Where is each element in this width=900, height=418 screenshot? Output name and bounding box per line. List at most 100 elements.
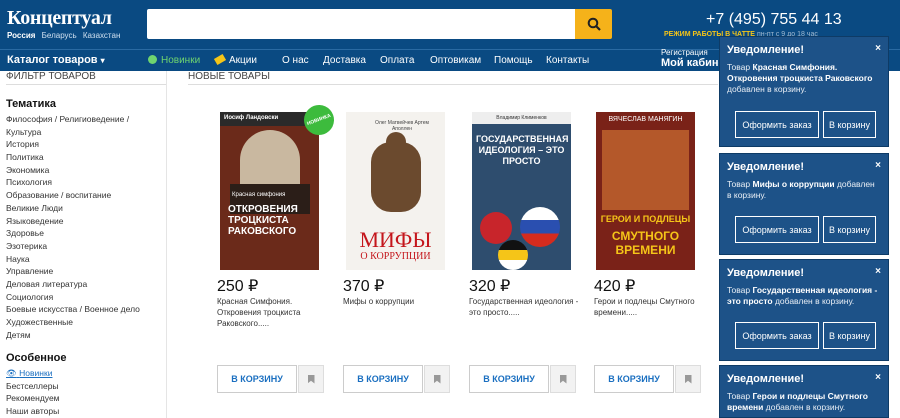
catalog-menu[interactable]: Каталог товаров ▾ xyxy=(7,54,105,66)
close-icon[interactable]: × xyxy=(875,266,881,277)
checkout-button[interactable]: Оформить заказ xyxy=(735,216,819,243)
add-to-cart-button[interactable]: В КОРЗИНУ xyxy=(217,365,297,393)
register-link[interactable]: Регистрация xyxy=(661,48,708,57)
close-icon[interactable]: × xyxy=(875,160,881,171)
product-cover-4[interactable]: ВЯЧЕСЛАВ МАНЯГИН ГЕРОИ И ПОДЛЕЦЫ СМУТНОГ… xyxy=(596,112,695,270)
cover-title: Откровения троцкиста Раковского xyxy=(228,204,298,237)
notification-suffix: добавлен в корзину. xyxy=(774,296,855,306)
notification-text: Товар Мифы о коррупции добавлен в корзин… xyxy=(720,176,888,201)
bookmark-icon xyxy=(433,374,441,384)
cover-title: ГЕРОИ И ПОДЛЕЦЫ xyxy=(600,214,691,224)
cover-small-title: Красная симфония xyxy=(232,192,286,198)
product-title-2[interactable]: Мифы о коррупции xyxy=(343,296,453,307)
notification-title: Уведомление! xyxy=(727,44,804,56)
notification-1: Уведомление! × Товар Красная Симфония. От… xyxy=(719,36,889,147)
category-item[interactable]: Великие Люди xyxy=(6,202,166,215)
region-kazakhstan[interactable]: Казахстан xyxy=(83,31,121,40)
divider xyxy=(166,71,167,418)
product-title-4[interactable]: Герои и подлецы Смутного времени..... xyxy=(594,296,704,318)
bookmark-button[interactable] xyxy=(424,365,450,393)
cover-title: МИФЫ xyxy=(359,227,432,252)
category-item[interactable]: Здоровье xyxy=(6,227,166,240)
notification-title: Уведомление! xyxy=(727,161,804,173)
product-price-1: 250 ₽ xyxy=(217,278,259,295)
nav-payment[interactable]: Оплата xyxy=(380,55,414,66)
category-item[interactable]: Языковедение xyxy=(6,215,166,228)
tag-icon xyxy=(213,53,227,66)
nav-wholesale[interactable]: Оптовикам xyxy=(430,55,481,66)
product-title-3[interactable]: Государственная идеология - это просто..… xyxy=(469,296,579,318)
region-russia[interactable]: Россия xyxy=(7,31,35,40)
search-icon xyxy=(587,17,601,31)
category-item[interactable]: Наука xyxy=(6,253,166,266)
add-to-cart-button[interactable]: В КОРЗИНУ xyxy=(343,365,423,393)
new-icon xyxy=(148,55,157,64)
category-item[interactable]: История xyxy=(6,138,166,151)
nav-about[interactable]: О нас xyxy=(282,55,309,66)
category-item[interactable]: Деловая литература xyxy=(6,278,166,291)
nav-help[interactable]: Помощь xyxy=(494,55,533,66)
nav-delivery[interactable]: Доставка xyxy=(323,55,366,66)
bookmark-icon xyxy=(559,374,567,384)
category-item[interactable]: Психология xyxy=(6,176,166,189)
to-cart-button[interactable]: В корзину xyxy=(823,216,876,243)
nav-new[interactable]: Новинки xyxy=(148,55,200,66)
nav-contacts[interactable]: Контакты xyxy=(546,55,589,66)
special-item[interactable]: Наши авторы xyxy=(6,405,60,418)
bookmark-button[interactable] xyxy=(550,365,576,393)
add-to-cart-button[interactable]: В КОРЗИНУ xyxy=(469,365,549,393)
eye-icon: 👁 xyxy=(6,368,17,378)
search-input[interactable] xyxy=(147,9,575,39)
phone-number[interactable]: +7 (495) 755 44 13 xyxy=(706,11,842,29)
category-item[interactable]: Образование / воспитание xyxy=(6,189,166,202)
category-item[interactable]: Художественные xyxy=(6,316,166,329)
notification-product: Мифы о коррупции xyxy=(752,179,835,189)
nav-new-label: Новинки xyxy=(161,55,201,66)
special-item-label: Новинки xyxy=(19,368,53,378)
chevron-down-icon: ▾ xyxy=(100,56,105,65)
category-item[interactable]: Культура xyxy=(6,126,166,139)
checkout-button[interactable]: Оформить заказ xyxy=(735,322,819,349)
product-title-1[interactable]: Красная Симфония. Откровения троцкиста Р… xyxy=(217,296,327,329)
checkout-button[interactable]: Оформить заказ xyxy=(735,111,819,138)
product-cover-2[interactable]: Олег Матвейчев Артем Аполлен МИФЫ О КОРР… xyxy=(346,112,445,270)
search-button[interactable] xyxy=(575,9,612,39)
special-item[interactable]: Бестселлеры xyxy=(6,380,60,393)
special-item[interactable]: Рекомендуем xyxy=(6,392,60,405)
bookmark-button[interactable] xyxy=(675,365,701,393)
product-cover-1[interactable]: Иосиф Ландовски Красная симфония Открове… xyxy=(220,112,319,270)
category-item[interactable]: Детям xyxy=(6,329,166,342)
product-cover-3[interactable]: Владимир Клименков ГОСУДАРСТВЕННАЯ ИДЕОЛ… xyxy=(472,112,571,270)
notification-title: Уведомление! xyxy=(727,267,804,279)
to-cart-button[interactable]: В корзину xyxy=(823,111,876,138)
category-item[interactable]: Эзотерика xyxy=(6,240,166,253)
nav-sales[interactable]: Акции xyxy=(213,53,257,66)
bookmark-icon xyxy=(684,374,692,384)
notification-4: Уведомление! × Товар Герои и подлецы Смут… xyxy=(719,365,889,418)
category-item[interactable]: Боевые искусства / Военное дело xyxy=(6,303,166,316)
category-item[interactable]: Социология xyxy=(6,291,166,304)
category-item[interactable]: Философия / Религиоведение / xyxy=(6,113,166,126)
notification-prefix: Товар xyxy=(727,179,751,189)
special-list: 👁 Новинки Бестселлеры Рекомендуем Наши а… xyxy=(6,367,60,417)
close-icon[interactable]: × xyxy=(875,43,881,54)
add-to-cart-button[interactable]: В КОРЗИНУ xyxy=(594,365,674,393)
nav-sales-label: Акции xyxy=(229,55,257,66)
cover-author: Олег Матвейчев Артем Аполлен xyxy=(375,120,429,132)
category-item[interactable]: Управление xyxy=(6,265,166,278)
close-icon[interactable]: × xyxy=(875,372,881,383)
special-item-new[interactable]: 👁 Новинки xyxy=(6,367,60,380)
notification-text: Товар Красная Симфония. Откровения троцк… xyxy=(720,59,888,95)
cover-subtitle: СМУТНОГО ВРЕМЕНИ xyxy=(611,229,680,257)
bookmark-button[interactable] xyxy=(298,365,324,393)
region-switcher: Россия Беларусь Казахстан xyxy=(7,31,124,40)
notification-title: Уведомление! xyxy=(727,373,804,385)
notification-suffix: добавлен в корзину. xyxy=(765,402,846,412)
cover-author: Владимир Клименков xyxy=(496,115,547,121)
category-item[interactable]: Политика xyxy=(6,151,166,164)
region-belarus[interactable]: Беларусь xyxy=(42,31,77,40)
to-cart-button[interactable]: В корзину xyxy=(823,322,876,349)
category-item[interactable]: Экономика xyxy=(6,164,166,177)
notification-text: Товар Герои и подлецы Смутного времени д… xyxy=(720,388,888,413)
site-logo[interactable]: Концептуал xyxy=(7,7,112,30)
